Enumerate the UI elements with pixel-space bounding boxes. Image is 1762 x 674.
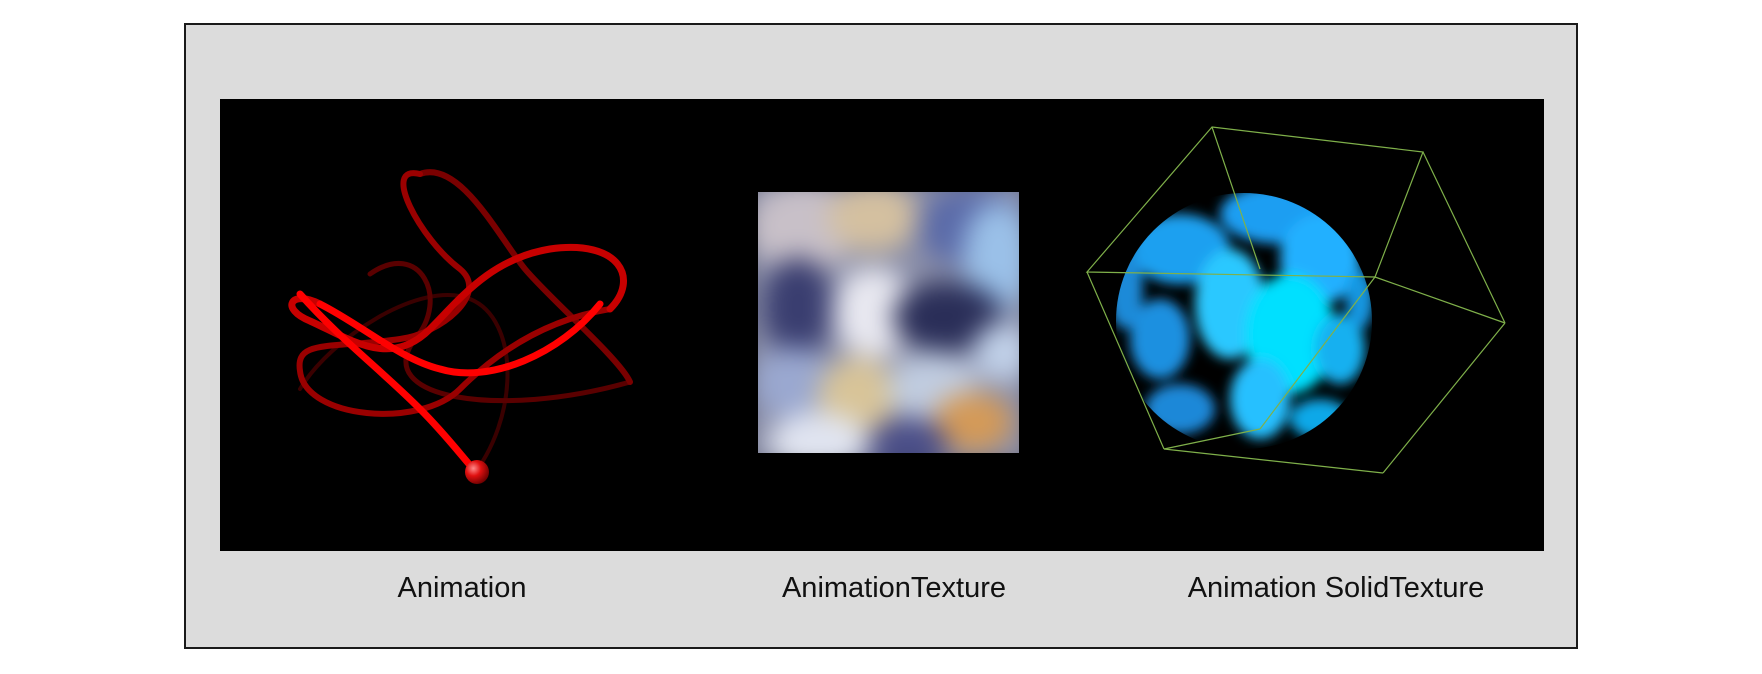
wireframe-cube [1085,126,1506,474]
cube-edge [1382,322,1506,474]
faded-trail-segment [417,169,633,385]
caption-animation: Animation [397,572,527,604]
caption-animation-texture: AnimationTexture [781,572,1007,604]
caption-animation-solid-texture: Animation SolidTexture [1187,572,1485,604]
cube-edge [1259,276,1376,430]
cube-edge [1163,428,1261,450]
animation-texture-panel [758,192,1019,453]
cube-edge [1374,276,1506,324]
textured-sphere [1116,193,1372,449]
cube-edge [1211,126,1261,270]
cube-edge [1086,271,1165,450]
trail-segment [316,300,604,377]
curve-trail [288,169,633,481]
cube-top-face [1085,126,1424,278]
texture-noise [758,192,1019,453]
animated-ball [465,460,489,484]
render-stage [220,99,1544,551]
cube-edge [1163,448,1384,474]
animation-curve-panel [288,169,633,484]
cube-edge [1422,151,1506,324]
